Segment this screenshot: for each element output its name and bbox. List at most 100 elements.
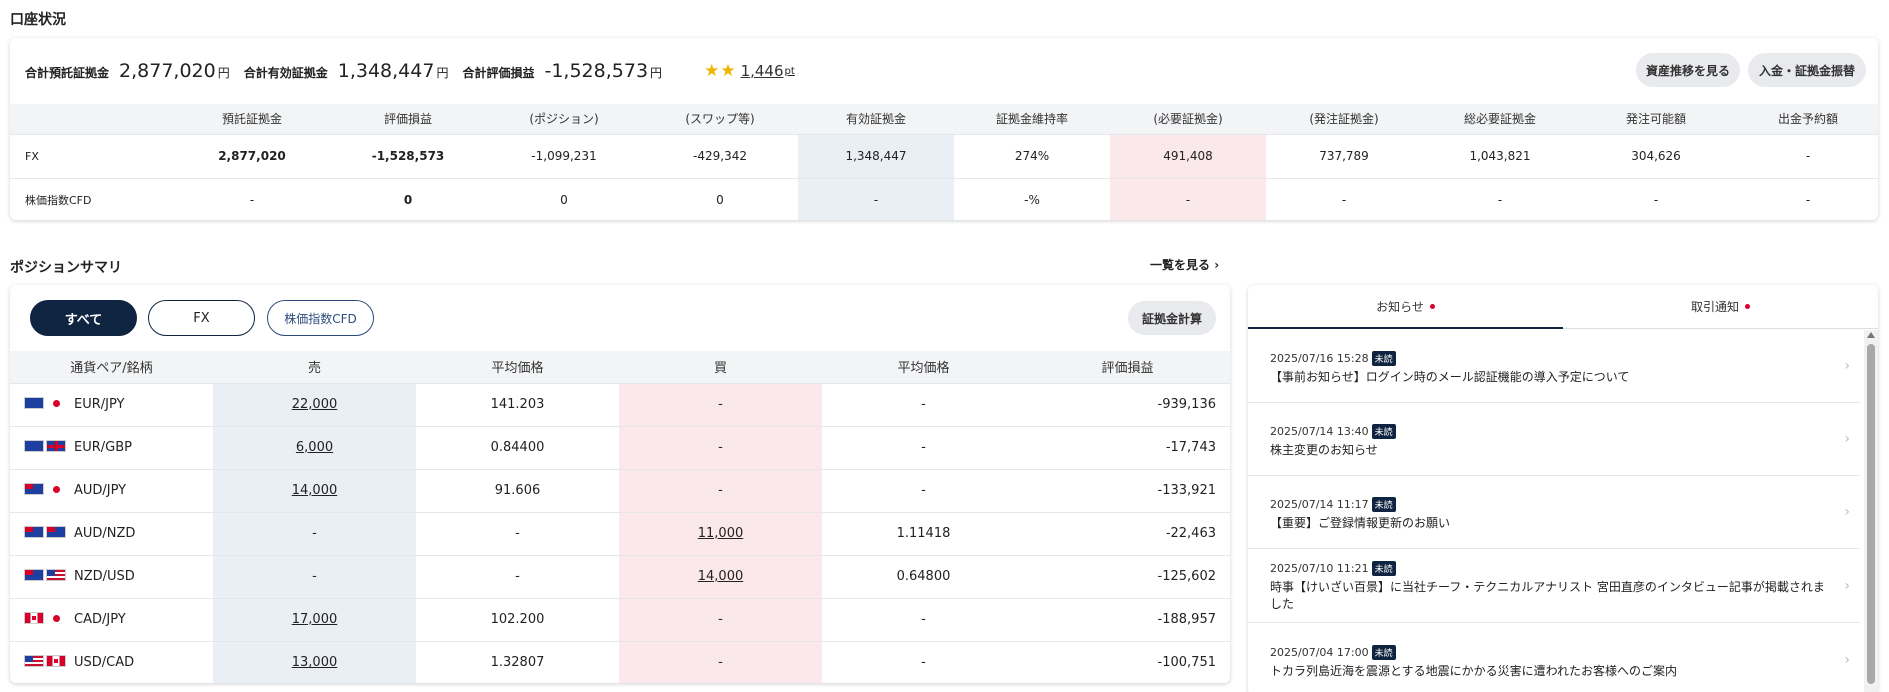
- jp-flag-icon: [46, 612, 66, 624]
- table-row[interactable]: NZD/USD - - 14,000 0.64800 -125,602: [10, 554, 1230, 598]
- total-deposit-label: 合計預託証拠金: [25, 66, 110, 80]
- tab-fx[interactable]: FX: [148, 300, 255, 336]
- notice-list: 2025/07/16 15:28 未読 【事前お知らせ】ログイン時のメール認証機能…: [1248, 330, 1860, 692]
- points-display[interactable]: ★ ★ 1,446 pt: [704, 61, 795, 81]
- col-header: (必要証拠金): [1110, 104, 1266, 134]
- table-cell: 0: [486, 177, 642, 220]
- table-row[interactable]: AUD/JPY 14,000 91.606 - - -133,921: [10, 468, 1230, 512]
- buy-qty-link[interactable]: 14,000: [698, 569, 744, 584]
- account-section-title: 口座状況: [10, 12, 66, 28]
- row-label: FX: [10, 133, 174, 178]
- points-unit: pt: [784, 65, 795, 77]
- sell-qty-link[interactable]: 17,000: [292, 612, 338, 627]
- tab-news[interactable]: お知らせ: [1248, 285, 1563, 329]
- table-cell: -: [1734, 177, 1878, 220]
- unread-dot-icon: [1429, 304, 1435, 309]
- tab-index-cfd[interactable]: 株価指数CFD: [267, 300, 374, 336]
- col-header: 出金予約額: [1734, 104, 1878, 134]
- col-header: 有効証拠金: [798, 104, 954, 134]
- table-cell: -1,528,573: [330, 133, 486, 178]
- ca-flag-icon: [24, 612, 44, 624]
- list-item[interactable]: 2025/07/14 13:40 未読 株主変更のお知らせ ›: [1248, 403, 1860, 476]
- notice-tabs: お知らせ 取引通知: [1248, 285, 1878, 329]
- total-deposit: 合計預託証拠金 2,877,020 円: [25, 60, 230, 82]
- positions-table-header: 通貨ペア/銘柄 売 平均価格 買 平均価格 評価損益: [10, 351, 1230, 383]
- total-pl-unit: 円: [650, 66, 663, 80]
- table-row: 株価指数CFD - 0 0 0 - -% - - - - -: [10, 177, 1878, 220]
- unread-dot-icon: [1745, 304, 1750, 309]
- us-flag-icon: [24, 655, 44, 668]
- us-flag-icon: [46, 569, 66, 581]
- tab-all[interactable]: すべて: [30, 300, 137, 336]
- table-row[interactable]: EUR/GBP 6,000 0.84400 - - -17,743: [10, 425, 1230, 469]
- scrollbar-thumb[interactable]: [1867, 344, 1875, 684]
- unread-badge: 未読: [1371, 645, 1396, 660]
- sell-avg-cell: 1.32807: [416, 640, 619, 683]
- pair-name: CAD/JPY: [74, 612, 126, 627]
- table-row[interactable]: USD/CAD 13,000 1.32807 - - -100,751: [10, 640, 1230, 683]
- eu-flag-icon: [24, 397, 44, 409]
- notice-date: 2025/07/14 11:17 未読: [1270, 497, 1830, 512]
- sell-cell: 17,000: [213, 597, 416, 641]
- sell-qty-link[interactable]: 14,000: [292, 483, 338, 498]
- buy-qty-link[interactable]: 11,000: [698, 526, 744, 541]
- sell-qty-link[interactable]: 13,000: [292, 655, 338, 670]
- account-table-header: 預託証拠金 評価損益 (ポジション) (スワップ等) 有効証拠金 証拠金維持率 …: [10, 104, 1878, 134]
- col-header: (スワップ等): [642, 104, 798, 134]
- account-summary-card: 合計預託証拠金 2,877,020 円 合計有効証拠金 1,348,447 円 …: [10, 38, 1878, 220]
- total-deposit-unit: 円: [217, 66, 230, 80]
- list-item[interactable]: 2025/07/04 17:00 未読 トカラ列島近海を震源とする地震にかかる災害…: [1248, 623, 1860, 692]
- pl-cell: -188,957: [1025, 597, 1230, 641]
- buy-cell: -: [619, 382, 822, 426]
- asset-history-button[interactable]: 資産推移を見る: [1636, 53, 1740, 87]
- notice-date-text: 2025/07/14 11:17: [1270, 498, 1369, 511]
- positions-table: 通貨ペア/銘柄 売 平均価格 買 平均価格 評価損益 EUR/JPY 22,00…: [10, 351, 1230, 683]
- list-item[interactable]: 2025/07/14 11:17 未読 【重要】ご登録情報更新のお願い ›: [1248, 476, 1860, 549]
- col-header: 評価損益: [1025, 351, 1230, 383]
- col-header: (発注証拠金): [1266, 104, 1422, 134]
- gb-flag-icon: [46, 440, 66, 452]
- list-item[interactable]: 2025/07/16 15:28 未読 【事前お知らせ】ログイン時のメール認証機能…: [1248, 330, 1860, 403]
- buy-cell: -: [619, 597, 822, 641]
- sell-qty-link[interactable]: 6,000: [296, 440, 333, 455]
- table-cell: 1,348,447: [798, 133, 954, 178]
- list-item[interactable]: 2025/07/10 11:21 未読 時事【けいざい百景】に当社チーフ・テクニカ…: [1248, 549, 1860, 623]
- table-row[interactable]: EUR/JPY 22,000 141.203 - - -939,136: [10, 382, 1230, 426]
- table-cell: 0: [330, 177, 486, 220]
- tab-trade-notice[interactable]: 取引通知: [1563, 285, 1878, 328]
- view-all-label: 一覧を見る: [1150, 258, 1211, 272]
- pl-cell: -17,743: [1025, 425, 1230, 469]
- table-row[interactable]: AUD/NZD - - 11,000 1.11418 -22,463: [10, 511, 1230, 555]
- total-unrealized-pl: 合計評価損益 -1,528,573 円: [462, 60, 662, 82]
- scroll-up-arrow-icon[interactable]: [1867, 332, 1875, 338]
- notice-date: 2025/07/10 11:21 未読: [1270, 561, 1830, 576]
- col-header: 通貨ペア/銘柄: [10, 351, 213, 383]
- sell-cell: 6,000: [213, 425, 416, 469]
- points-value[interactable]: 1,446: [741, 62, 784, 80]
- deposit-transfer-button[interactable]: 入金・証拠金振替: [1748, 53, 1866, 87]
- notice-title: 【重要】ご登録情報更新のお願い: [1270, 516, 1451, 530]
- au-flag-icon: [24, 483, 44, 495]
- col-header: 総必要証拠金: [1422, 104, 1578, 134]
- notice-scrollbar[interactable]: [1864, 330, 1878, 692]
- table-cell: 737,789: [1266, 133, 1422, 178]
- notice-title: 時事【けいざい百景】に当社チーフ・テクニカルアナリスト 宮田直彦のインタビュー記…: [1270, 580, 1825, 611]
- sell-cell: 22,000: [213, 382, 416, 426]
- pair-name: AUD/JPY: [74, 483, 127, 498]
- table-row[interactable]: CAD/JPY 17,000 102.200 - - -188,957: [10, 597, 1230, 641]
- notice-date-text: 2025/07/10 11:21: [1270, 562, 1369, 575]
- sell-qty-link[interactable]: 22,000: [292, 397, 338, 412]
- pl-cell: -939,136: [1025, 382, 1230, 426]
- margin-calc-button[interactable]: 証拠金計算: [1128, 301, 1216, 335]
- notice-title: トカラ列島近海を震源とする地震にかかる災害に遭われたお客様へのご案内: [1270, 664, 1678, 678]
- buy-avg-cell: -: [822, 468, 1025, 512]
- col-header: 預託証拠金: [174, 104, 330, 134]
- unread-badge: 未読: [1371, 424, 1396, 439]
- view-all-link[interactable]: 一覧を見る ›: [1150, 256, 1219, 273]
- pair-name: EUR/GBP: [74, 440, 132, 455]
- eu-flag-icon: [24, 440, 44, 452]
- unread-badge: 未読: [1371, 497, 1396, 512]
- table-cell: 1,043,821: [1422, 133, 1578, 178]
- pair-name: EUR/JPY: [74, 397, 125, 412]
- chevron-right-icon: ›: [1214, 258, 1220, 272]
